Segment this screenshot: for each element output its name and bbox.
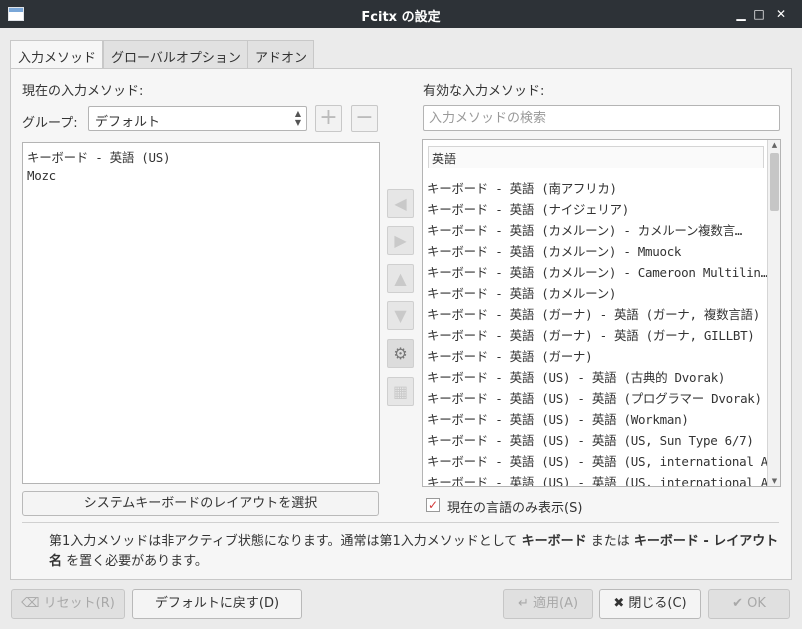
close-icon: ✖ — [613, 596, 625, 611]
info-text: 第1入力メソッドは非アクティブ状態になります。通常は第1入力メソッドとして — [49, 534, 522, 549]
info-text: を置く必要があります。 — [62, 554, 208, 569]
spin-arrows-icon: ▲ ▼ — [294, 109, 301, 127]
minimize-button[interactable]: ▁ — [733, 6, 749, 22]
maximize-button[interactable]: □ — [751, 6, 767, 22]
info-bold-keyboard: キーボード — [521, 534, 587, 549]
group-label: グループ: — [22, 116, 78, 131]
move-up-button[interactable]: ▲ — [387, 264, 414, 293]
available-im-heading: 有効な入力メソッド: — [423, 84, 545, 99]
close-window-button[interactable]: ✕ — [773, 6, 789, 22]
apply-label: 適用(A) — [533, 596, 579, 611]
list-item[interactable]: キーボード - 英語 (南アフリカ) — [427, 178, 617, 197]
available-list-scrollbar[interactable]: ▲ ▼ — [767, 140, 780, 486]
info-message: 第1入力メソッドは非アクティブ状態になります。通常は第1入力メソッドとして キー… — [49, 532, 784, 572]
remove-group-button[interactable]: − — [351, 105, 378, 132]
window-title: Fcitx の設定 — [361, 10, 441, 25]
keyboard-icon: ▦ — [392, 382, 409, 401]
move-down-button[interactable]: ▼ — [387, 301, 414, 330]
show-current-lang-label[interactable]: 現在の言語のみ表示(S) — [447, 497, 582, 516]
search-input[interactable] — [424, 106, 779, 130]
arrow-up-icon: ▲ — [394, 269, 407, 288]
show-current-lang-checkbox[interactable]: ✓ — [426, 498, 440, 512]
section-header: 英語 — [428, 146, 764, 168]
scroll-up-icon[interactable]: ▲ — [768, 141, 781, 149]
scrollbar-thumb[interactable] — [770, 153, 779, 211]
select-system-layout-button[interactable]: システムキーボードのレイアウトを選択 — [22, 491, 379, 516]
list-item[interactable]: キーボード - 英語 (ガーナ) - 英語 (ガーナ, 複数言語) — [427, 304, 760, 323]
add-group-button[interactable]: + — [315, 105, 342, 132]
list-item[interactable]: キーボード - 英語 (US) - 英語 (US, international … — [427, 451, 776, 470]
ok-button[interactable]: ✔ OK — [708, 589, 790, 619]
tab-addons[interactable]: アドオン — [247, 40, 314, 69]
move-left-button[interactable]: ◀ — [387, 189, 414, 218]
scroll-down-icon[interactable]: ▼ — [768, 477, 781, 485]
tab-global-options[interactable]: グローバルオプション — [103, 40, 248, 69]
list-item[interactable]: キーボード - 英語 (カメルーン) - カメルーン複数言… — [427, 220, 742, 239]
minus-icon: − — [355, 105, 374, 130]
apply-icon: ↵ — [517, 596, 529, 611]
list-item[interactable]: キーボード - 英語 (ガーナ) — [427, 346, 593, 365]
checkmark-icon: ✓ — [427, 498, 439, 512]
section-header-label: 英語 — [432, 152, 457, 166]
list-item[interactable]: キーボード - 英語 (カメルーン) - Cameroon Multilin… — [427, 262, 768, 281]
list-item[interactable]: キーボード - 英語 (ナイジェリア) — [427, 199, 629, 218]
list-item[interactable]: キーボード - 英語 (US) - 英語 (Workman) — [427, 409, 689, 428]
defaults-button[interactable]: デフォルトに戻す(D) — [132, 589, 302, 619]
list-item[interactable]: キーボード - 英語 (US) - 英語 (古典的 Dvorak) — [427, 367, 725, 386]
keyboard-layout-button[interactable]: ▦ — [387, 377, 414, 406]
tab-input-method[interactable]: 入力メソッド — [10, 40, 103, 70]
group-select[interactable]: デフォルト ▲ ▼ — [88, 106, 307, 131]
current-im-list[interactable]: キーボード - 英語 (US) Mozc — [22, 142, 380, 484]
close-label: 閉じる(C) — [628, 596, 687, 611]
backspace-icon: ⌫ — [21, 596, 40, 611]
list-item[interactable]: キーボード - 英語 (カメルーン) — [427, 283, 616, 302]
list-item[interactable]: キーボード - 英語 (US) - 英語 (US, Sun Type 6/7) — [427, 430, 754, 449]
list-item[interactable]: Mozc — [27, 168, 56, 183]
current-im-heading: 現在の入力メソッド: — [22, 84, 144, 99]
available-im-list[interactable]: 英語 キーボード - 英語 (南アフリカ) キーボード - 英語 (ナイジェリア… — [422, 139, 781, 487]
group-select-value: デフォルト — [95, 115, 161, 130]
list-item[interactable]: キーボード - 英語 (ガーナ) - 英語 (ガーナ, GILLBT) — [427, 325, 755, 344]
close-button[interactable]: ✖ 閉じる(C) — [599, 589, 701, 619]
configure-button[interactable]: ⚙ — [387, 339, 414, 368]
plus-icon: + — [319, 105, 338, 130]
arrow-down-icon: ▼ — [394, 306, 407, 325]
check-icon: ✔ — [732, 596, 743, 611]
arrow-left-icon: ◀ — [394, 194, 407, 213]
list-item[interactable]: キーボード - 英語 (US) — [27, 147, 171, 166]
title-bar: Fcitx の設定 ▁ □ ✕ — [0, 0, 802, 28]
list-item[interactable]: キーボード - 英語 (US) - 英語 (US, international … — [427, 472, 776, 486]
reset-button[interactable]: ⌫ リセット(R) — [11, 589, 125, 619]
ok-label: OK — [747, 596, 766, 611]
divider — [22, 522, 779, 523]
arrow-right-icon: ▶ — [394, 231, 407, 250]
list-item[interactable]: キーボード - 英語 (US) - 英語 (プログラマー Dvorak) — [427, 388, 762, 407]
move-right-button[interactable]: ▶ — [387, 226, 414, 255]
info-text: または — [586, 534, 634, 549]
list-item[interactable]: キーボード - 英語 (カメルーン) - Mmuock — [427, 241, 681, 260]
search-field[interactable] — [423, 105, 780, 131]
reset-label: リセット(R) — [43, 596, 115, 611]
apply-button[interactable]: ↵ 適用(A) — [503, 589, 593, 619]
configure-icon: ⚙ — [393, 344, 408, 363]
